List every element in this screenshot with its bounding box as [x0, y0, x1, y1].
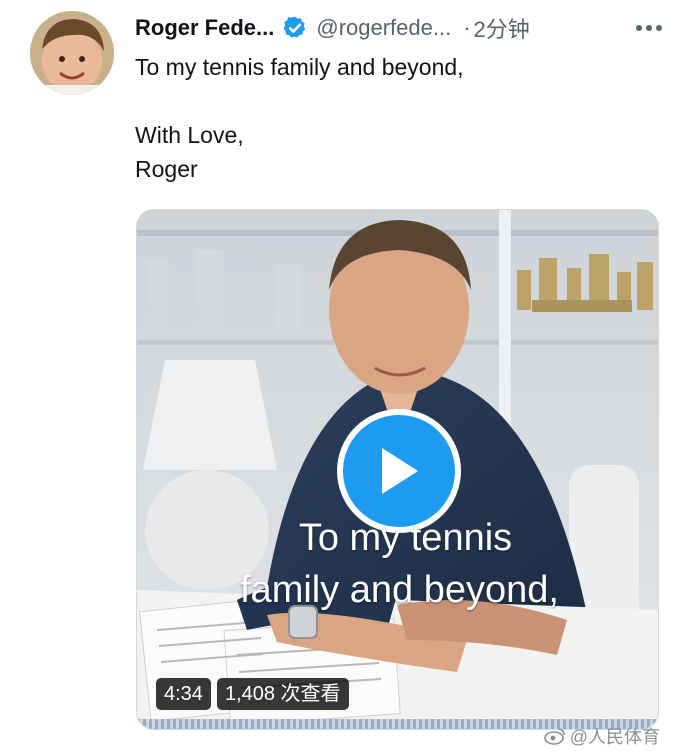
tweet-text: To my tennis family and beyond, With Lov…: [135, 50, 655, 186]
view-count-badge: 1,408 次查看: [216, 678, 349, 710]
avatar[interactable]: [30, 11, 114, 95]
video-caption-line: To my tennis: [298, 517, 513, 559]
separator-dot: ·: [463, 15, 471, 40]
tweet-header: Roger Fede... @rogerfede... · 2分钟: [135, 12, 668, 44]
video-badges: 4:34 1,408 次查看: [156, 678, 349, 710]
tweet-text-line: To my tennis family and beyond,: [135, 54, 464, 80]
tweet-text-line: [135, 84, 655, 118]
avatar-image: [30, 11, 114, 95]
tweet-text-line: Roger: [135, 156, 198, 182]
weibo-logo-icon: [543, 728, 565, 745]
duration-badge: 4:34: [156, 678, 211, 710]
watermark-text: @人民体育: [569, 727, 660, 747]
watermark: @人民体育: [543, 723, 660, 749]
video-caption-line: family and beyond,: [240, 569, 559, 611]
more-dots-icon: [636, 25, 662, 31]
verified-badge-icon: [282, 15, 308, 41]
timestamp[interactable]: 2分钟: [474, 12, 530, 44]
tweet-text-line: With Love,: [135, 122, 244, 148]
play-icon: [382, 448, 418, 494]
handle[interactable]: @rogerfede...: [316, 15, 451, 41]
video-player[interactable]: To my tennis family and beyond, 4:34 1,4…: [136, 209, 659, 730]
more-options-button[interactable]: [630, 14, 668, 42]
display-name[interactable]: Roger Fede...: [135, 15, 274, 41]
